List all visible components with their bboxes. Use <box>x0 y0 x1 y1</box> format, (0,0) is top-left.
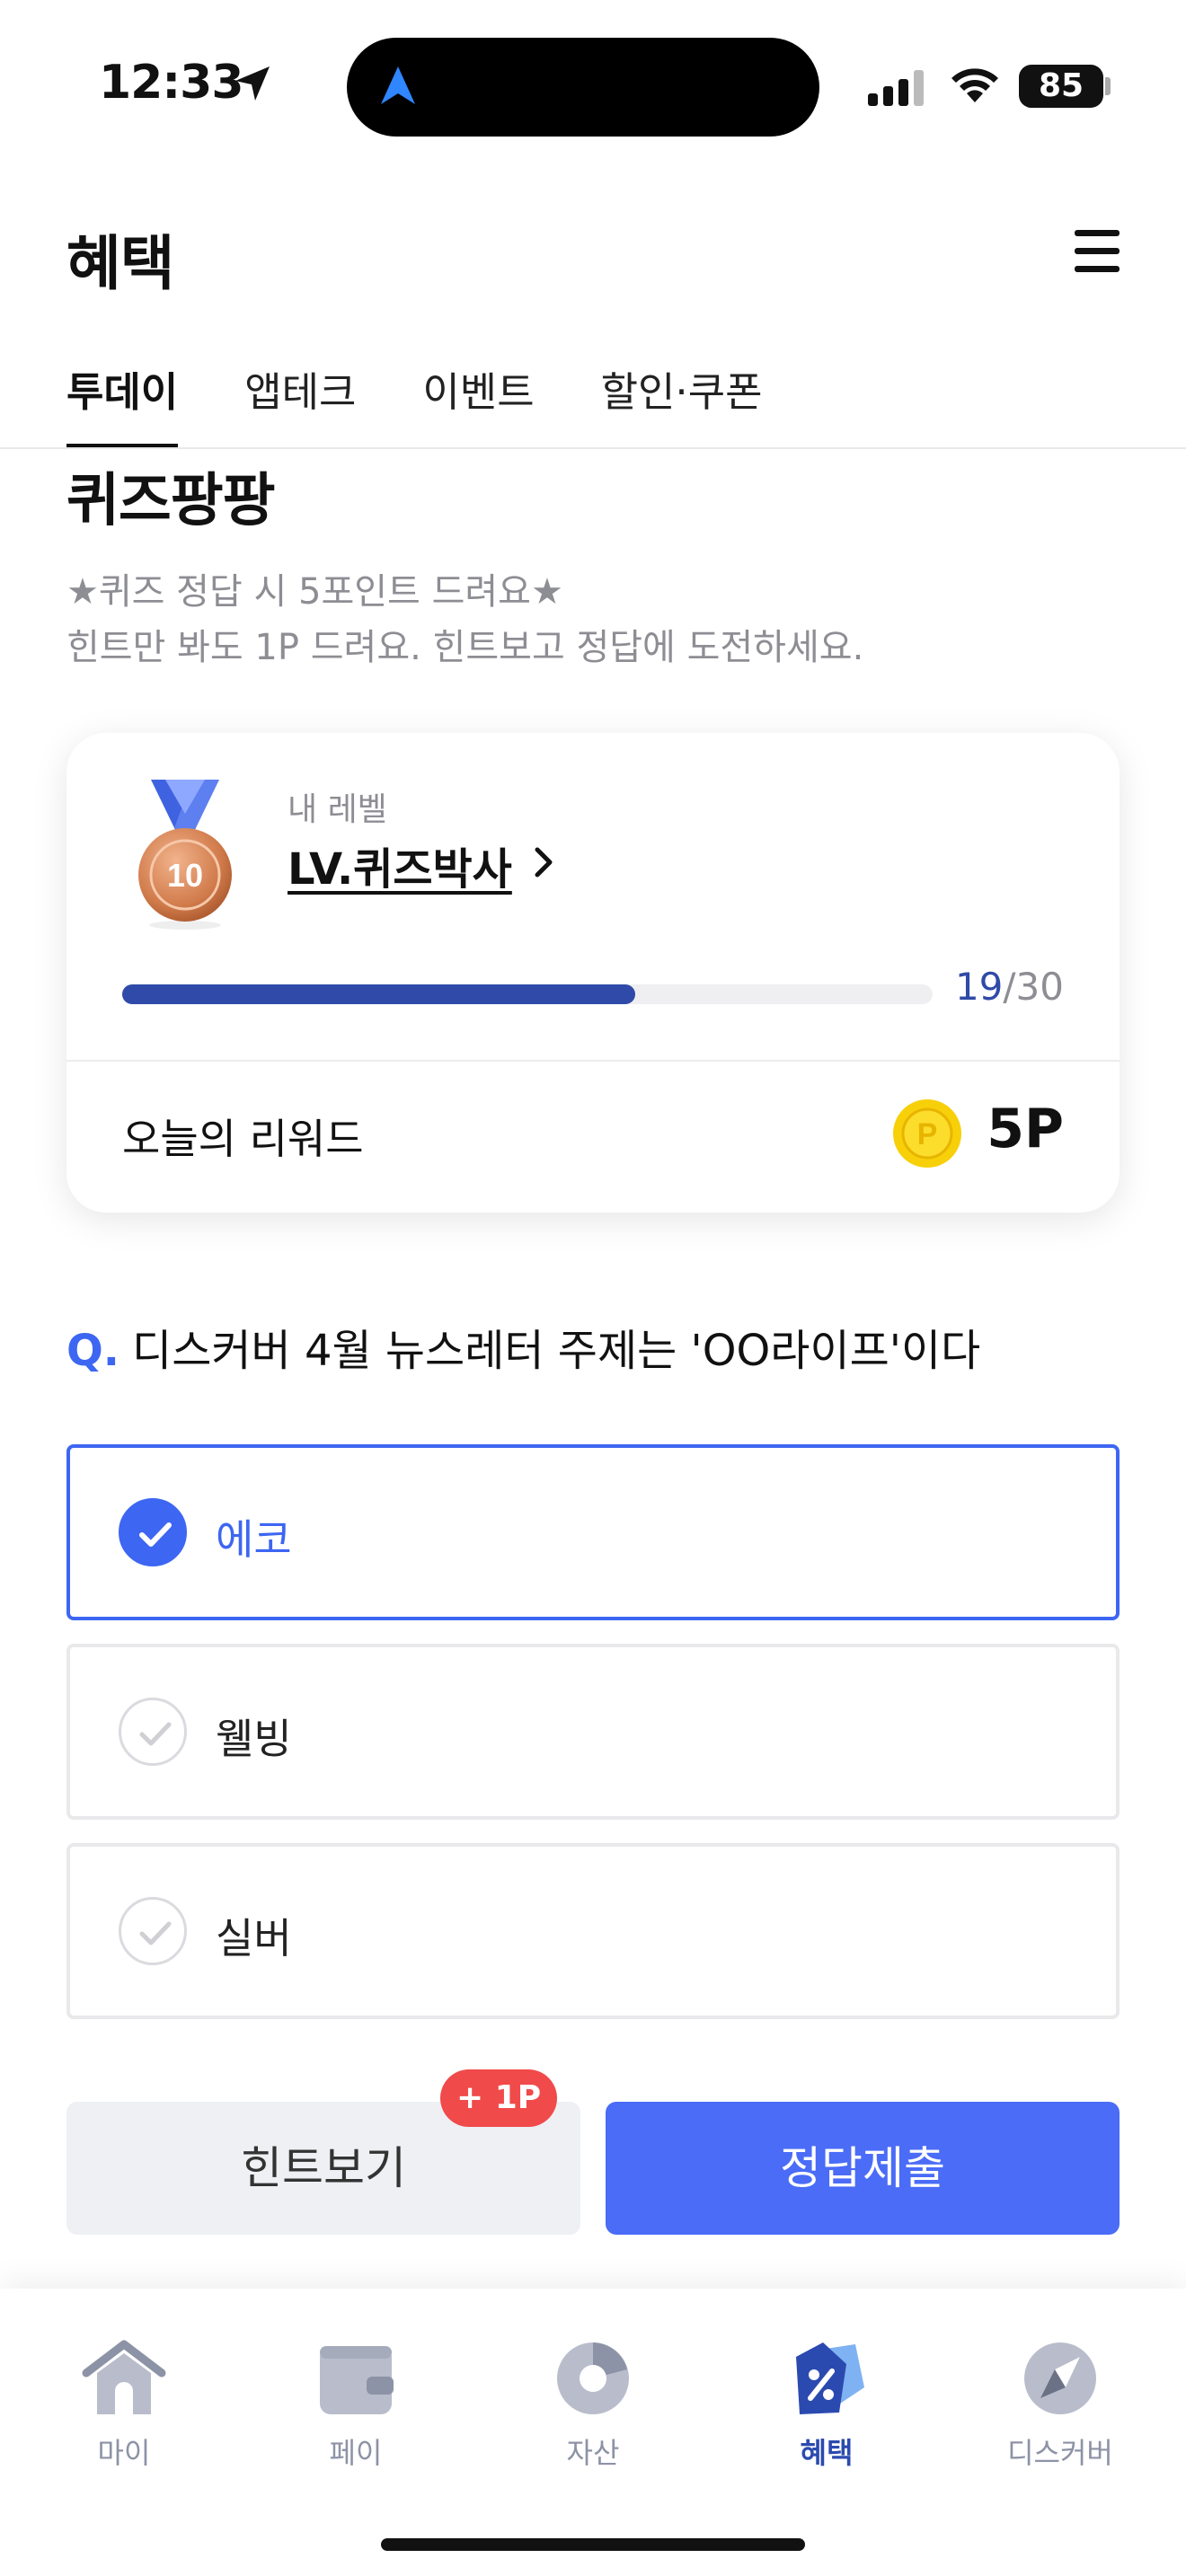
level-progress-count: 19/30 <box>955 965 1064 1009</box>
section-description: ★퀴즈 정답 시 5포인트 드려요★ 힌트만 봐도 1P 드려요. 힌트보고 정… <box>66 564 863 675</box>
home-icon <box>82 2340 166 2414</box>
hint-bonus-badge: + 1P <box>440 2069 558 2127</box>
answer-option-label: 실버 <box>216 1914 292 1963</box>
section-title: 퀴즈팡팡 <box>66 468 276 534</box>
submit-answer-button[interactable]: 정답제출 <box>606 2102 1120 2235</box>
nav-item-my[interactable]: 마이 <box>43 2337 205 2472</box>
checkmark-icon <box>119 1498 187 1566</box>
tab-discount-coupon[interactable]: 할인·쿠폰 <box>601 359 763 449</box>
answer-option-2[interactable]: 웰빙 <box>66 1644 1120 1820</box>
wallet-icon <box>320 2346 394 2414</box>
coin-symbol: P <box>917 1117 938 1151</box>
battery-indicator: 85 <box>1019 65 1103 108</box>
nav-label: 혜택 <box>800 2436 854 2470</box>
section-desc-line2: 힌트만 봐도 1P 드려요. 힌트보고 정답에 도전하세요. <box>66 627 864 668</box>
level-medal-icon: 10 <box>138 780 232 930</box>
nav-item-pay[interactable]: 페이 <box>275 2337 437 2472</box>
checkmark-icon <box>119 1698 187 1766</box>
tabs-divider <box>0 447 1186 449</box>
quiz-question: Q. 디스커버 4월 뉴스레터 주제는 'OO라이프'이다 <box>66 1315 980 1378</box>
level-caption: 내 레벨 <box>288 791 387 828</box>
card-divider <box>66 1060 1120 1062</box>
chevron-right-icon[interactable] <box>532 844 557 880</box>
hamburger-menu-icon[interactable] <box>1073 226 1121 275</box>
progress-current: 19 <box>954 965 1004 1009</box>
status-time: 12:33 <box>99 56 244 110</box>
level-progress-bar <box>122 984 933 1004</box>
reward-value: 5P <box>987 1098 1064 1160</box>
medal-number: 10 <box>167 857 203 894</box>
nav-item-discover[interactable]: 디스커버 <box>979 2337 1141 2472</box>
answer-option-1[interactable]: 에코 <box>66 1444 1120 1620</box>
answer-option-label: 웰빙 <box>216 1715 292 1763</box>
nav-item-benefit[interactable]: 혜택 <box>746 2337 907 2472</box>
status-bar: 12:33 85 <box>0 0 1186 153</box>
page-title: 혜택 <box>66 229 174 298</box>
checkmark-icon <box>119 1897 187 1965</box>
nav-label: 디스커버 <box>1007 2436 1113 2470</box>
location-arrow-icon <box>235 66 270 101</box>
bottom-navigation: 마이 페이 자산 혜택 디스커버 <box>0 2289 1186 2576</box>
home-indicator <box>381 2538 805 2551</box>
point-coin-icon: P <box>893 1099 961 1168</box>
question-text: 디스커버 4월 뉴스레터 주제는 'OO라이프'이다 <box>132 1326 981 1376</box>
answer-option-3[interactable]: 실버 <box>66 1843 1120 2019</box>
compass-icon <box>1024 2342 1096 2414</box>
section-desc-line1: ★퀴즈 정답 시 5포인트 드려요★ <box>66 571 563 613</box>
question-mark: Q. <box>66 1326 120 1376</box>
wifi-icon <box>951 68 998 102</box>
nav-label: 자산 <box>566 2436 620 2470</box>
level-progress-fill <box>122 984 635 1004</box>
navigation-arrow-icon <box>381 66 415 104</box>
answer-option-label: 에코 <box>216 1515 292 1564</box>
tab-event[interactable]: 이벤트 <box>422 359 534 449</box>
nav-label: 마이 <box>97 2436 151 2470</box>
nav-item-asset[interactable]: 자산 <box>512 2337 674 2472</box>
tab-today[interactable]: 투데이 <box>66 359 179 449</box>
nav-label: 페이 <box>329 2436 383 2470</box>
battery-nub <box>1105 77 1111 95</box>
tab-bar: 투데이 앱테크 이벤트 할인·쿠폰 <box>66 359 829 449</box>
tab-apptech[interactable]: 앱테크 <box>244 359 356 449</box>
progress-total: /30 <box>1003 965 1064 1009</box>
cellular-signal-icon <box>868 70 925 106</box>
level-card: 10 내 레벨 LV.퀴즈박사 19/30 오늘의 리워드 P 5P <box>66 733 1120 1213</box>
pie-chart-icon <box>557 2342 629 2414</box>
reward-label: 오늘의 리워드 <box>122 1115 364 1163</box>
level-name-link[interactable]: LV.퀴즈박사 <box>288 834 512 896</box>
benefit-tag-icon <box>796 2342 864 2414</box>
